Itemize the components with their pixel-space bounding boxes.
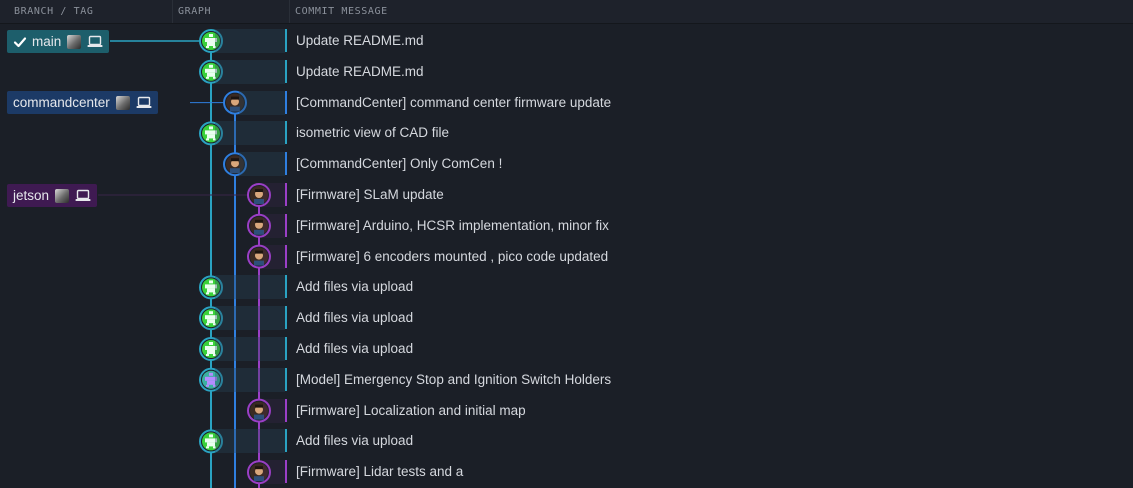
commit-lane-marker — [285, 29, 287, 52]
branch-label-jetson[interactable]: jetson — [7, 184, 98, 207]
checkmark-icon — [13, 36, 27, 47]
laptop-icon — [87, 35, 103, 47]
commit-message[interactable]: Add files via upload — [296, 341, 413, 357]
commit-lane-marker — [285, 367, 287, 391]
commit-row[interactable] — [215, 337, 285, 361]
commit-row[interactable] — [263, 244, 285, 269]
commit-lane-marker — [285, 121, 287, 145]
commit-message[interactable]: [CommandCenter] command center firmware … — [296, 95, 611, 111]
commit-row[interactable] — [215, 59, 285, 84]
remote-avatar-icon — [67, 34, 82, 49]
commit-lane-marker — [285, 398, 287, 422]
commit-graph — [98, 29, 271, 488]
commit-lane-marker — [285, 213, 287, 237]
commit-message[interactable]: [Firmware] SLaM update — [296, 187, 444, 203]
commit-message[interactable]: [Firmware] Lidar tests and a — [296, 464, 463, 480]
commit-lane-marker — [285, 429, 287, 453]
commit-lane-marker — [285, 306, 287, 330]
commit-lane-marker — [285, 59, 287, 83]
laptop-icon — [75, 189, 91, 201]
commit-message[interactable]: [Firmware] Arduino, HCSR implementation,… — [296, 218, 609, 234]
laptop-icon — [136, 96, 152, 108]
commit-row[interactable] — [215, 306, 285, 331]
commit-message[interactable]: [Model] Emergency Stop and Ignition Swit… — [296, 372, 611, 388]
commit-row[interactable] — [263, 183, 285, 207]
commit-row[interactable] — [239, 90, 285, 115]
commit-lane-marker — [285, 275, 287, 299]
commit-message[interactable]: Add files via upload — [296, 310, 413, 326]
branch-name: commandcenter — [13, 95, 110, 110]
commit-row[interactable] — [263, 460, 285, 485]
commit-lane-marker — [285, 460, 287, 484]
branch-name: jetson — [13, 188, 50, 203]
commit-lane-marker — [285, 183, 287, 206]
commit-lane-marker — [285, 337, 287, 360]
commit-row[interactable] — [215, 367, 285, 392]
commit-message[interactable]: isometric view of CAD file — [296, 125, 449, 141]
branch-name: main — [32, 34, 62, 49]
remote-avatar-icon — [115, 95, 130, 110]
branch-label-main[interactable]: main — [7, 30, 110, 53]
commit-lane-marker — [285, 90, 287, 114]
commit-row[interactable] — [239, 152, 285, 177]
commit-message[interactable]: [Firmware] Localization and initial map — [296, 403, 526, 419]
commit-message[interactable]: [Firmware] 6 encoders mounted , pico cod… — [296, 249, 608, 265]
commit-message[interactable]: Add files via upload — [296, 279, 413, 295]
commit-row[interactable] — [215, 121, 285, 146]
commit-message[interactable]: Update README.md — [296, 64, 424, 80]
commit-message[interactable]: Add files via upload — [296, 433, 413, 449]
commit-row[interactable] — [263, 213, 285, 238]
commit-lane-marker — [285, 152, 287, 176]
commit-row[interactable] — [263, 398, 285, 423]
commit-message[interactable]: Update README.md — [296, 33, 424, 49]
commit-row[interactable] — [215, 29, 285, 53]
commit-row[interactable] — [215, 275, 285, 300]
remote-avatar-icon — [55, 188, 70, 203]
branch-label-commandcenter[interactable]: commandcenter — [7, 91, 158, 114]
commit-row[interactable] — [215, 429, 285, 454]
commit-lane-marker — [285, 244, 287, 268]
commit-message[interactable]: [CommandCenter] Only ComCen ! — [296, 156, 502, 172]
